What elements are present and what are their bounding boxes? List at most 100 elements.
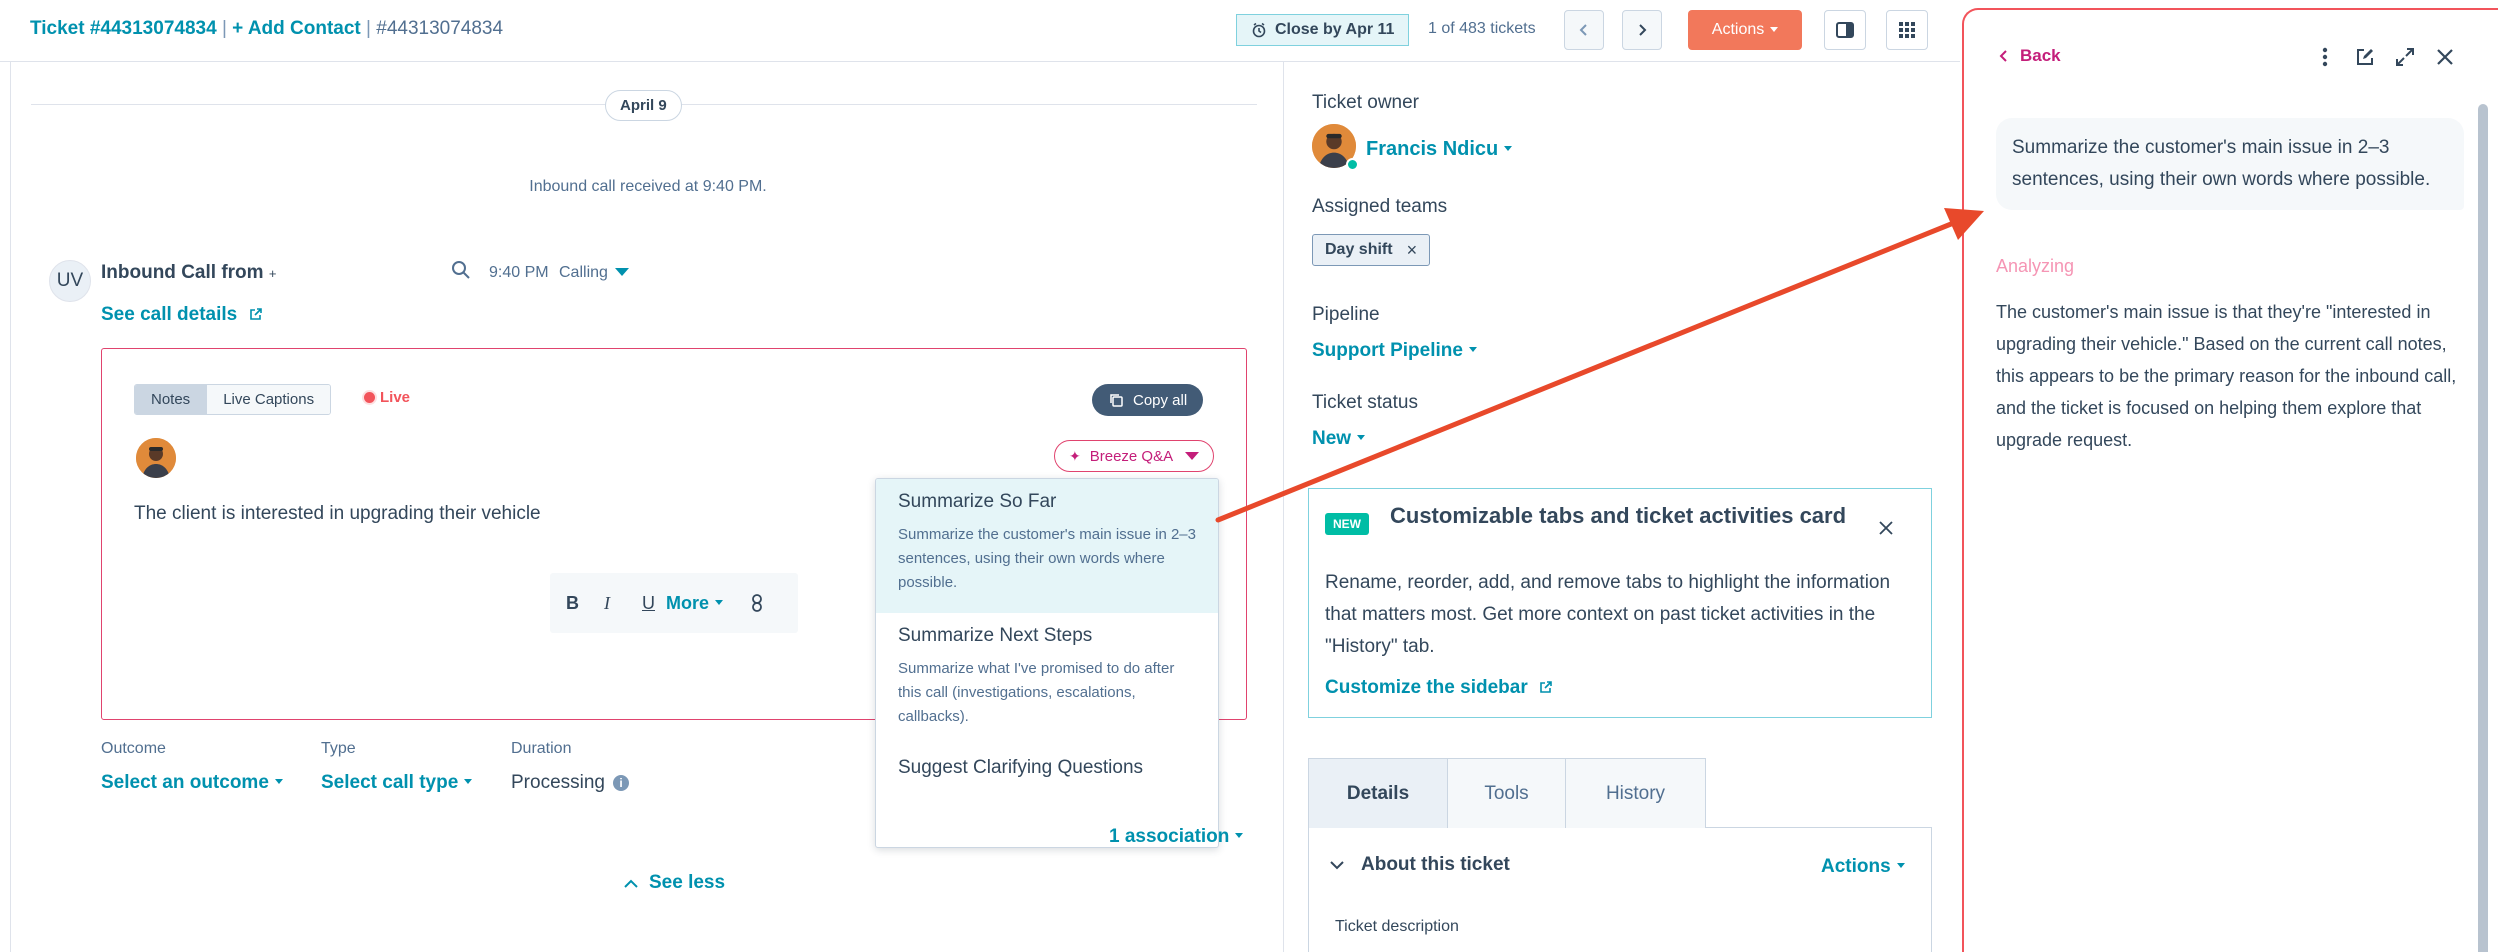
ticket-owner-label: Ticket owner [1312,92,1419,113]
chevron-right-icon [1639,24,1647,36]
ticket-sidebar: Ticket owner Francis Ndicu Assigned team… [1284,62,1960,952]
date-pill: April 9 [605,90,682,121]
contact-avatar: UV [49,260,91,302]
menu-item-title: Suggest Clarifying Questions [898,757,1144,778]
inbound-received-text: Inbound call received at 9:40 PM. [529,178,767,195]
copilot-toolbar [2314,46,2456,68]
breeze-qa-button[interactable]: ✦ Breeze Q&A [1054,440,1215,472]
close-icon[interactable] [1877,519,1895,537]
live-dot-icon [364,392,375,403]
remove-tag-icon[interactable]: × [1407,240,1418,261]
see-less-label: See less [649,872,726,893]
underline-button[interactable]: U [642,593,666,614]
compose-icon[interactable] [2354,46,2376,68]
feature-announcement-card: NEW Customizable tabs and ticket activit… [1308,488,1932,718]
see-call-details-label: See call details [101,304,238,325]
more-formatting-dropdown[interactable]: More [666,593,750,614]
search-icon[interactable] [451,260,471,280]
copilot-panel: Back Summarize the customer's main issue… [1962,8,2498,952]
menu-item-description: Summarize the customer's main issue in 2… [898,526,1196,591]
duration-label: Duration [511,740,572,757]
expand-icon[interactable] [2394,46,2416,68]
about-section-toggle[interactable]: About this ticket [1329,854,1510,876]
next-ticket-button[interactable] [1622,10,1662,50]
panel-layout-icon [1836,22,1854,38]
note-text[interactable]: The client is interested in upgrading th… [134,503,541,525]
notes-tab-group: Notes Live Captions [134,384,332,415]
ticket-status-dropdown[interactable]: New [1312,428,1366,450]
menu-item-title: Summarize Next Steps [898,625,1093,646]
customize-sidebar-label: Customize the sidebar [1325,677,1528,698]
sidebar-tabs: Details Tools History [1308,758,1932,828]
outcome-dropdown[interactable]: Select an outcome [101,772,283,794]
add-contact-link[interactable]: + Add Contact [232,18,361,39]
menu-item-description: Summarize what I've promised to do after… [898,660,1175,725]
close-icon[interactable] [2434,46,2456,68]
tab-live-captions[interactable]: Live Captions [206,385,331,414]
copy-all-label: Copy all [1133,391,1188,409]
ticket-status-value: New [1312,428,1352,449]
team-tag: Day shift × [1312,234,1431,266]
copilot-response: The customer's main issue is that they'r… [1996,302,2457,450]
actions-label: Actions [1711,21,1765,38]
pipeline-value: Support Pipeline [1312,340,1463,361]
customize-sidebar-link[interactable]: Customize the sidebar [1325,677,1553,699]
toggle-sidebar-button[interactable] [1824,10,1866,50]
app-launcher-button[interactable] [1886,10,1928,50]
chevron-up-icon [624,879,638,888]
ticket-id: #44313074834 [376,18,504,39]
info-icon[interactable]: i [613,775,629,791]
close-date-icon [1252,22,1266,38]
call-time: 9:40 PM [489,264,549,281]
see-less-button[interactable]: See less [623,872,725,894]
ticket-pagination: 1 of 483 tickets [1428,20,1536,37]
about-actions-label: Actions [1821,856,1891,877]
back-button[interactable]: Back [1998,46,2061,66]
breeze-menu-item-suggest-clarifying-questions[interactable]: Suggest Clarifying Questions [876,747,1218,789]
pipeline-dropdown[interactable]: Support Pipeline [1312,340,1477,362]
type-label: Type [321,740,356,757]
more-options-icon[interactable] [2314,46,2336,68]
header-breadcrumb: Ticket #44313074834 | + Add Contact | #4… [30,18,503,40]
close-by-label: Close by Apr 11 [1275,21,1395,38]
previous-ticket-button[interactable] [1564,10,1604,50]
about-actions-dropdown[interactable]: Actions [1821,856,1905,878]
call-title[interactable]: Inbound Call from + [101,262,276,284]
call-type-value: Select call type [321,772,459,793]
card-title: Customizable tabs and ticket activities … [1390,503,1847,528]
external-link-icon [249,308,262,320]
call-status-dropdown[interactable]: Calling [559,264,629,282]
duration-value: Processing [511,772,605,793]
pipeline-label: Pipeline [1312,304,1380,325]
assigned-teams-label: Assigned teams [1312,196,1448,217]
association-dropdown[interactable]: 1 association [1109,826,1244,848]
tab-notes[interactable]: Notes [135,385,207,414]
note-author-avatar [136,438,176,478]
chevron-down-icon [1185,452,1200,460]
tab-details[interactable]: Details [1308,758,1448,828]
ticket-title-link[interactable]: Ticket #44313074834 [30,18,217,39]
copy-all-button[interactable]: Copy all [1092,384,1204,416]
link-icon[interactable] [750,594,764,612]
activity-timeline: April 9 Inbound call received at 9:40 PM… [10,62,1284,952]
call-type-dropdown[interactable]: Select call type [321,772,473,794]
grid-icon [1899,22,1915,38]
team-tag-label: Day shift [1325,241,1393,258]
menu-item-title: Summarize So Far [898,491,1057,512]
header-separator: | [221,18,227,39]
duration-field: Processing i [511,772,629,794]
card-body: Rename, reorder, add, and remove tabs to… [1325,572,1891,657]
tab-history[interactable]: History [1566,758,1706,828]
bold-button[interactable]: B [566,593,604,614]
see-call-details-link[interactable]: See call details [101,304,263,326]
breeze-menu-item-summarize-next-steps[interactable]: Summarize Next Steps Summarize what I've… [876,613,1218,747]
ticket-owner-dropdown[interactable]: Francis Ndicu [1366,138,1513,161]
tab-tools[interactable]: Tools [1448,758,1566,828]
external-link-icon [1540,681,1552,693]
breeze-menu-item-summarize-so-far[interactable]: Summarize So Far Summarize the customer'… [876,479,1218,613]
italic-button[interactable]: I [604,593,642,614]
close-by-badge[interactable]: Close by Apr 11 [1236,14,1410,46]
copilot-scrollbar[interactable] [2478,104,2488,952]
call-title-suffix: + [268,266,277,281]
actions-button[interactable]: Actions [1688,10,1802,50]
